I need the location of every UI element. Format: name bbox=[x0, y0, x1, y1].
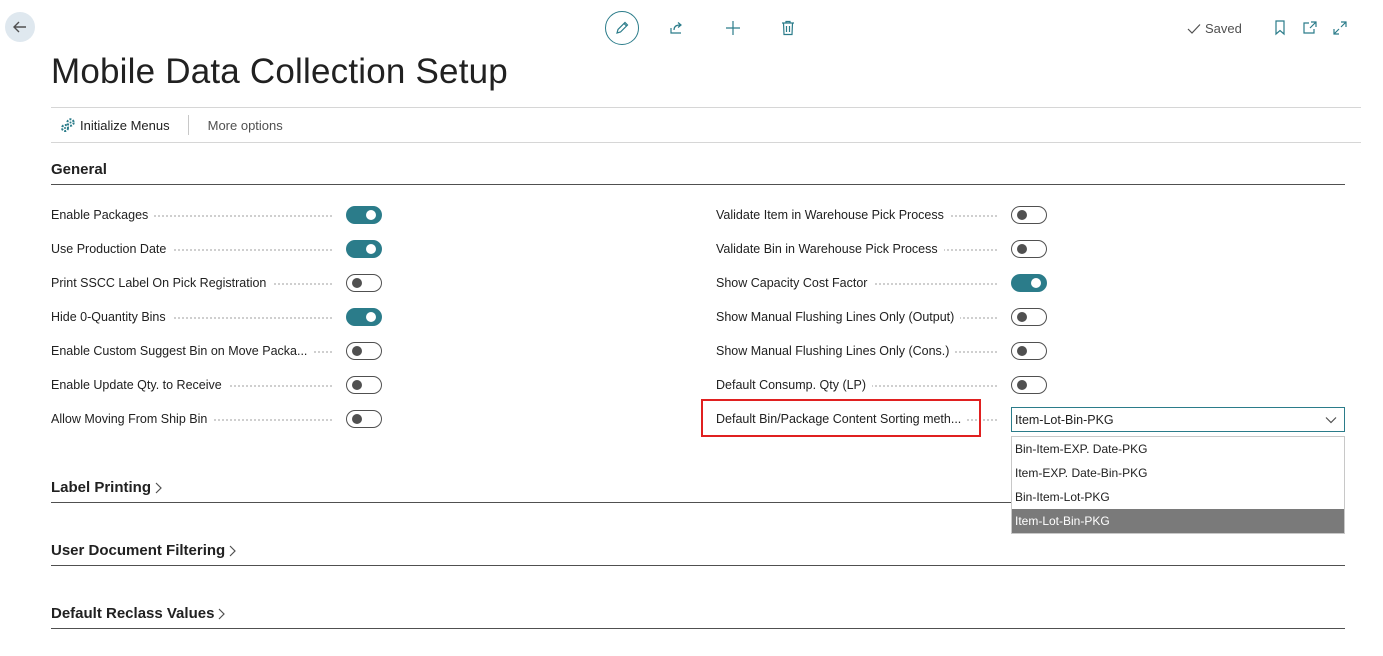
more-options-button[interactable]: More options bbox=[208, 118, 283, 133]
plus-icon bbox=[726, 21, 740, 35]
chevron-right-icon bbox=[229, 545, 237, 556]
toggle-manual-flushing-cons[interactable] bbox=[1011, 342, 1047, 360]
field-row: Default Consump. Qty (LP) bbox=[716, 375, 1003, 395]
section-general-title: General bbox=[51, 161, 107, 178]
section-general[interactable]: General bbox=[51, 161, 1345, 185]
toggle-use-production-date[interactable] bbox=[346, 240, 382, 258]
toggle-custom-suggest-bin[interactable] bbox=[346, 342, 382, 360]
delete-button[interactable] bbox=[776, 16, 800, 40]
expand-icon bbox=[1333, 21, 1347, 35]
toggle-manual-flushing-output[interactable] bbox=[1011, 308, 1047, 326]
section-label-printing[interactable]: Label Printing bbox=[51, 479, 1011, 503]
initialize-menus-label: Initialize Menus bbox=[80, 117, 170, 133]
section-user-document-filtering[interactable]: User Document Filtering bbox=[51, 542, 1345, 566]
dropdown-option[interactable]: Bin-Item-Lot-PKG bbox=[1012, 485, 1344, 509]
new-button[interactable] bbox=[721, 16, 745, 40]
trash-icon bbox=[782, 20, 794, 36]
action-bar: Initialize Menus More options bbox=[51, 107, 1361, 143]
field-row: Enable Update Qty. to Receive bbox=[51, 375, 338, 395]
field-label: Show Capacity Cost Factor bbox=[716, 276, 1003, 290]
field-label: Enable Update Qty. to Receive bbox=[51, 378, 338, 392]
field-label: Validate Item in Warehouse Pick Process bbox=[716, 208, 1003, 222]
field-row: Show Manual Flushing Lines Only (Output) bbox=[716, 307, 1003, 327]
top-actions bbox=[605, 11, 800, 45]
pencil-icon bbox=[616, 21, 629, 34]
field-row: Hide 0-Quantity Bins bbox=[51, 307, 338, 327]
bookmark-icon bbox=[1275, 20, 1285, 36]
page-title: Mobile Data Collection Setup bbox=[51, 52, 508, 91]
field-row: Print SSCC Label On Pick Registration bbox=[51, 273, 338, 293]
toggle-update-qty-to-receive[interactable] bbox=[346, 376, 382, 394]
saved-status: Saved bbox=[1187, 21, 1242, 36]
field-row: Show Capacity Cost Factor bbox=[716, 273, 1003, 293]
section-default-reclass-values[interactable]: Default Reclass Values bbox=[51, 605, 1345, 629]
edit-button[interactable] bbox=[605, 11, 639, 45]
open-new-window-button[interactable] bbox=[1300, 18, 1320, 38]
field-label: Hide 0-Quantity Bins bbox=[51, 310, 338, 324]
saved-label: Saved bbox=[1205, 21, 1242, 36]
field-label: Print SSCC Label On Pick Registration bbox=[51, 276, 338, 290]
initialize-menus-button[interactable]: Initialize Menus bbox=[51, 117, 170, 133]
action-divider bbox=[187, 115, 189, 135]
chevron-right-icon bbox=[218, 608, 226, 619]
chevron-right-icon bbox=[155, 482, 162, 493]
field-label: Default Consump. Qty (LP) bbox=[716, 378, 1003, 392]
toggle-default-consump-qty[interactable] bbox=[1011, 376, 1047, 394]
dropdown-option-selected[interactable]: Item-Lot-Bin-PKG bbox=[1012, 509, 1344, 533]
bookmark-button[interactable] bbox=[1270, 18, 1290, 38]
dropdown-option[interactable]: Item-EXP. Date-Bin-PKG bbox=[1012, 461, 1344, 485]
expand-button[interactable] bbox=[1330, 18, 1350, 38]
field-row: Validate Bin in Warehouse Pick Process bbox=[716, 239, 1003, 259]
share-icon bbox=[670, 22, 682, 34]
section-user-document-filtering-title: User Document Filtering bbox=[51, 542, 226, 559]
field-row: Validate Item in Warehouse Pick Process bbox=[716, 205, 1003, 225]
field-row: Show Manual Flushing Lines Only (Cons.) bbox=[716, 341, 1003, 361]
toggle-validate-item-pick[interactable] bbox=[1011, 206, 1047, 224]
dropdown-option[interactable]: Bin-Item-EXP. Date-PKG bbox=[1012, 437, 1344, 461]
chevron-down-icon bbox=[1325, 417, 1337, 424]
field-label: Default Bin/Package Content Sorting meth… bbox=[716, 412, 1003, 426]
field-label: Show Manual Flushing Lines Only (Cons.) bbox=[716, 344, 1003, 358]
field-label: Enable Custom Suggest Bin on Move Packa.… bbox=[51, 344, 338, 358]
page-tools bbox=[1270, 18, 1350, 38]
field-label: Enable Packages bbox=[51, 208, 338, 222]
toggle-validate-bin-pick[interactable] bbox=[1011, 240, 1047, 258]
field-row: Enable Packages bbox=[51, 205, 338, 225]
field-row: Use Production Date bbox=[51, 239, 338, 259]
field-label: Allow Moving From Ship Bin bbox=[51, 412, 338, 426]
open-new-window-icon bbox=[1303, 21, 1317, 34]
toggle-print-sscc-label[interactable] bbox=[346, 274, 382, 292]
sorting-method-dropdown: Bin-Item-EXP. Date-PKG Item-EXP. Date-Bi… bbox=[1011, 436, 1345, 534]
section-label-printing-title: Label Printing bbox=[51, 479, 152, 496]
toggle-allow-moving-from-ship-bin[interactable] bbox=[346, 410, 382, 428]
field-row: Allow Moving From Ship Bin bbox=[51, 409, 338, 429]
toggle-hide-zero-quantity-bins[interactable] bbox=[346, 308, 382, 326]
back-arrow-icon bbox=[13, 21, 26, 33]
checkmark-icon bbox=[1187, 23, 1201, 34]
field-label: Show Manual Flushing Lines Only (Output) bbox=[716, 310, 1003, 324]
field-label: Validate Bin in Warehouse Pick Process bbox=[716, 242, 1003, 256]
gears-icon bbox=[61, 118, 75, 132]
section-default-reclass-values-title: Default Reclass Values bbox=[51, 605, 215, 622]
field-label: Use Production Date bbox=[51, 242, 338, 256]
field-row: Enable Custom Suggest Bin on Move Packa.… bbox=[51, 341, 338, 361]
toggle-show-capacity-cost-factor[interactable] bbox=[1011, 274, 1047, 292]
toggle-enable-packages[interactable] bbox=[346, 206, 382, 224]
share-button[interactable] bbox=[665, 16, 689, 40]
sorting-method-select[interactable]: Item-Lot-Bin-PKG bbox=[1011, 407, 1345, 432]
back-button[interactable] bbox=[5, 12, 35, 42]
sorting-method-value: Item-Lot-Bin-PKG bbox=[1015, 412, 1114, 427]
